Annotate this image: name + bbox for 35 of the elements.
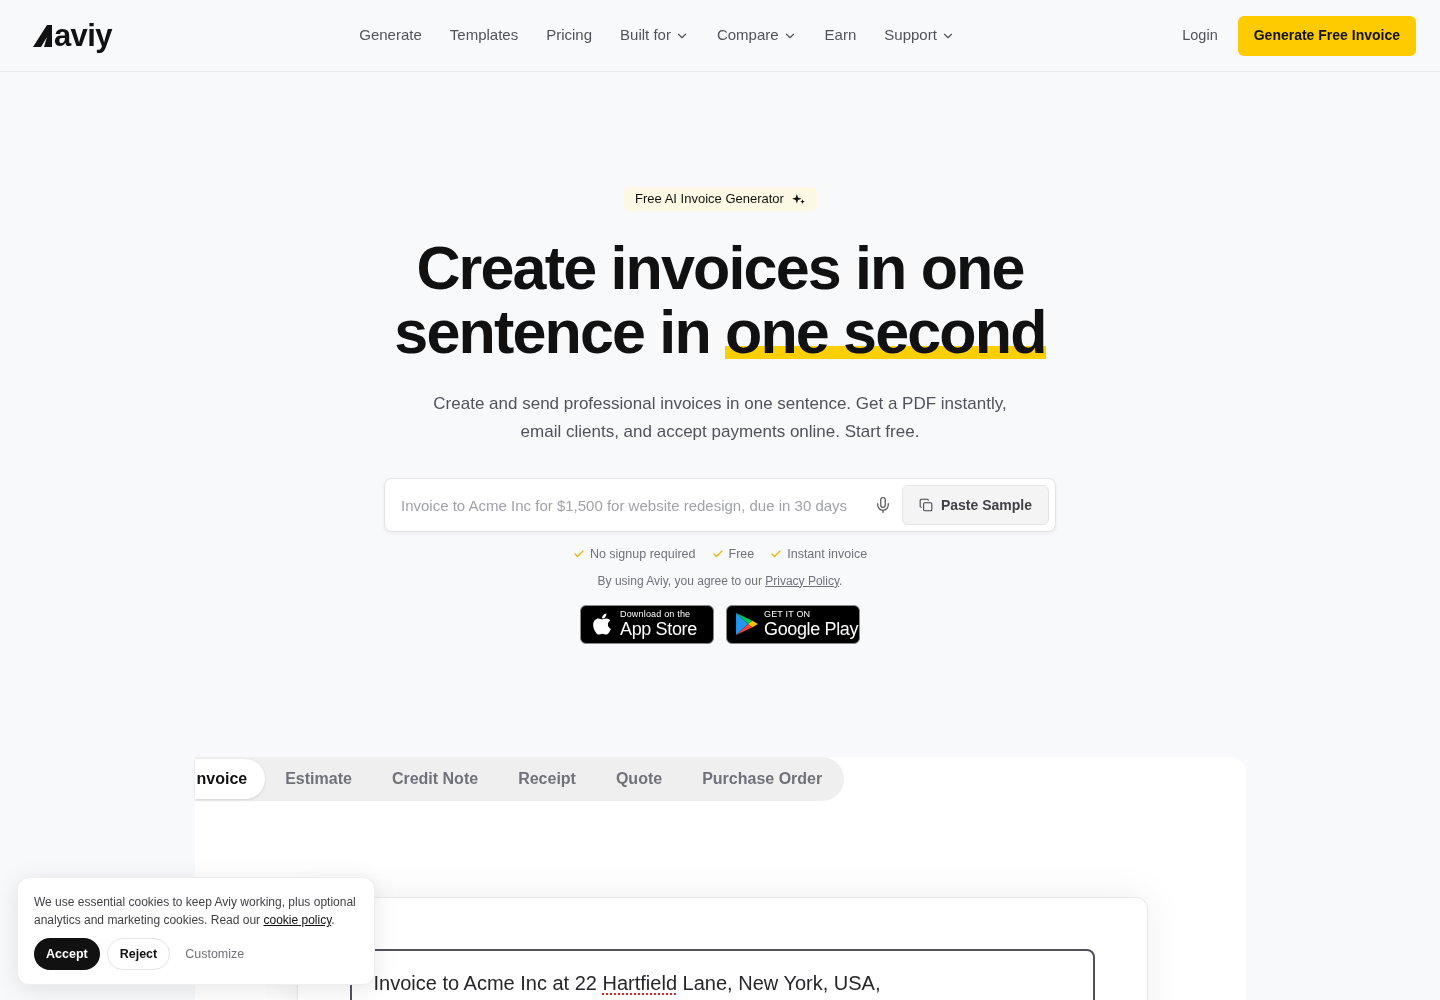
- store-badge[interactable]: Download on the App Store: [580, 604, 714, 644]
- document-tab[interactable]: nvoice: [194, 758, 266, 799]
- document-tab[interactable]: Quote: [595, 758, 683, 799]
- nav-link[interactable]: Earn: [824, 24, 857, 47]
- nav-link[interactable]: Pricing: [546, 24, 593, 47]
- privacy-consent-text: By using Aviy, you agree to our Privacy Policy.: [597, 572, 843, 590]
- document-tab[interactable]: Receipt: [498, 758, 596, 799]
- prompt-field[interactable]: Invoice to Acme Inc for $1,500 for website redesign, due in 30 days Paste Sample: [384, 478, 1056, 532]
- paste-sample-button[interactable]: Paste Sample: [901, 485, 1049, 525]
- hero-subtitle: Create and send professional invoices in one sentence. Get a PDF instantly, email clients, and accept payments online. Start free.: [432, 393, 1008, 443]
- sparkles-icon: [791, 194, 805, 204]
- benefit-text: Instant invoice: [787, 546, 868, 563]
- apple-icon: [590, 612, 614, 637]
- nav-link[interactable]: Built for: [620, 24, 689, 47]
- cookie-button[interactable]: Reject: [106, 938, 171, 970]
- benefit-text: Free: [728, 546, 755, 563]
- cookie-notice-text: We use essential cookies to keep Aviy working, plus optional analytics and marketing cookies. Read our cookie policy.: [34, 894, 357, 929]
- play-triangle-icon: [736, 612, 758, 637]
- document-tab[interactable]: Estimate: [265, 758, 372, 799]
- logo-link[interactable]: aviy: [33, 20, 112, 51]
- benefit-text: No signup required: [589, 546, 696, 563]
- triangle-logo-icon: [33, 24, 53, 47]
- cookie-button[interactable]: Accept: [34, 938, 100, 970]
- nav-link[interactable]: Templates: [449, 24, 519, 47]
- copy-icon: [918, 498, 933, 512]
- document-tab[interactable]: Credit Note: [371, 758, 499, 799]
- generate-free-invoice-button[interactable]: Generate Free Invoice: [1237, 15, 1416, 56]
- login-link[interactable]: Login: [1182, 24, 1218, 47]
- nav-link[interactable]: Generate: [359, 24, 422, 47]
- store-badge[interactable]: GET IT ON Google Play: [726, 604, 860, 644]
- cookie-button[interactable]: Customize: [177, 938, 253, 970]
- nav-link[interactable]: Support: [884, 24, 955, 47]
- badge-text: Free AI Invoice Generator: [635, 190, 784, 209]
- nav-link[interactable]: Compare: [716, 24, 797, 47]
- document-tab[interactable]: Purchase Order: [682, 758, 843, 799]
